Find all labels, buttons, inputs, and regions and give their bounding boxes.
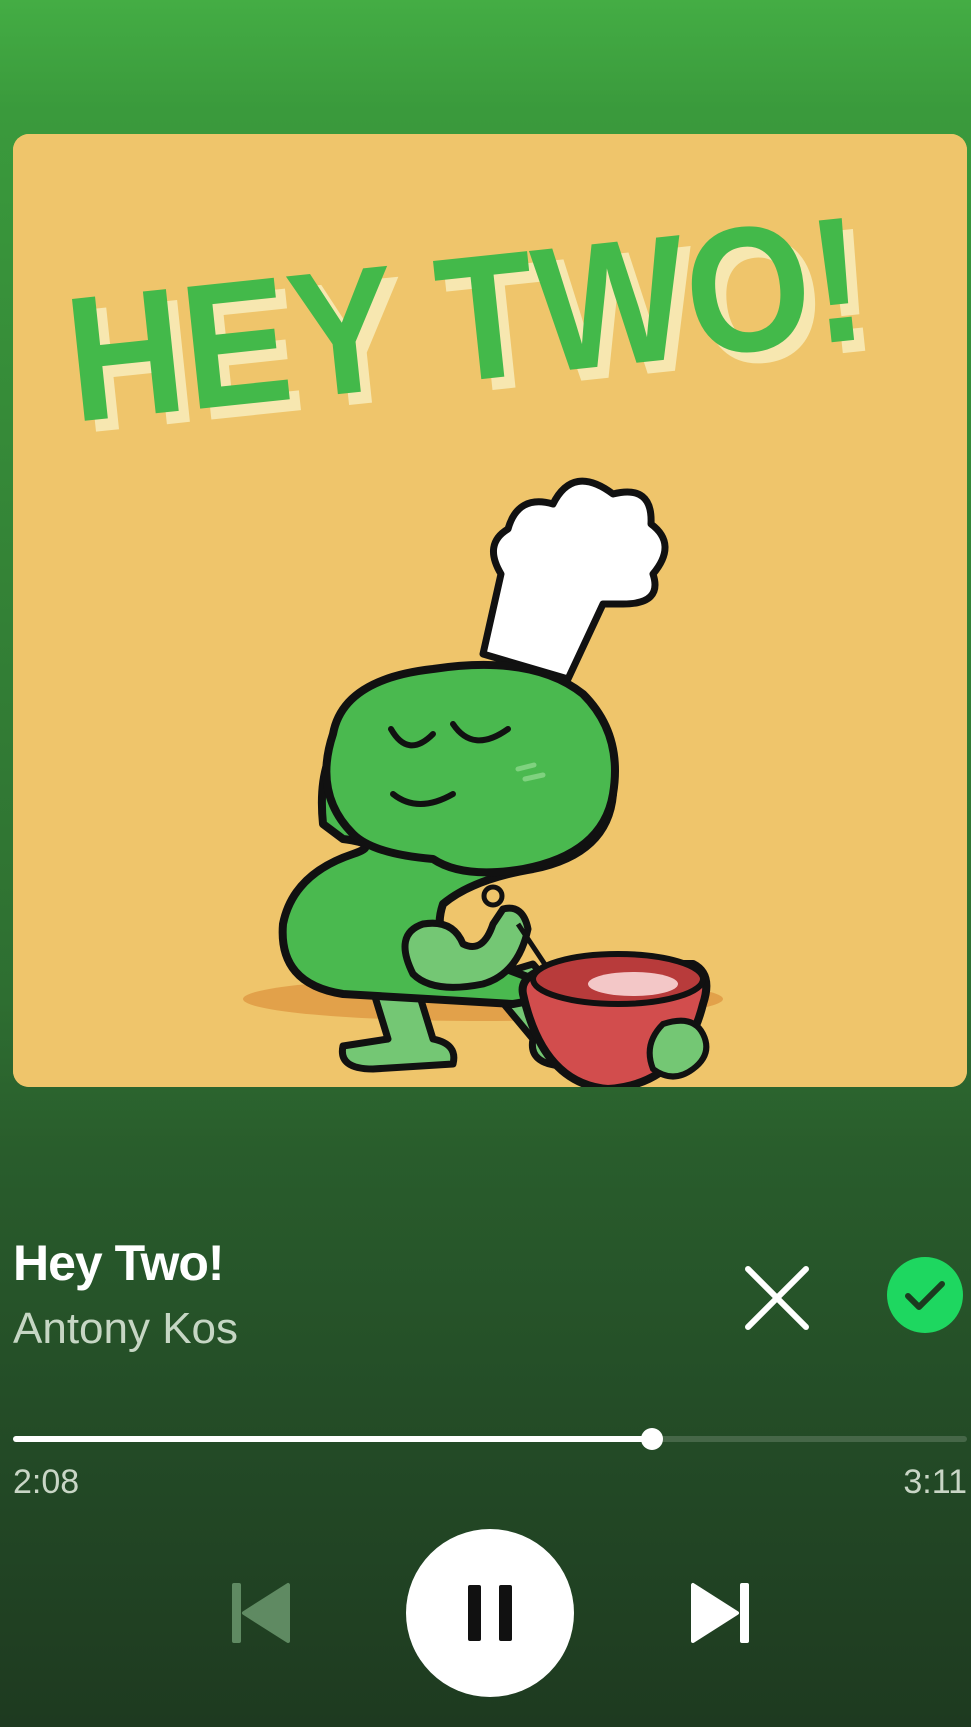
progress-fill (13, 1436, 653, 1442)
add-to-library-button[interactable] (886, 1256, 964, 1334)
previous-button[interactable] (230, 1580, 292, 1646)
album-artwork: HEY TWO! HEY TWO! (13, 134, 967, 1087)
pause-icon (468, 1585, 512, 1641)
progress-slider[interactable] (13, 1428, 967, 1450)
track-artist[interactable]: Antony Kos (13, 1304, 238, 1354)
track-title: Hey Two! (13, 1235, 225, 1291)
total-duration: 3:11 (903, 1463, 967, 1501)
next-button[interactable] (689, 1580, 751, 1646)
elapsed-time: 2:08 (13, 1463, 80, 1501)
close-icon (745, 1266, 809, 1330)
remove-button[interactable] (738, 1259, 816, 1337)
check-circle-icon (887, 1257, 963, 1333)
pause-button[interactable] (406, 1529, 574, 1697)
skip-previous-icon (232, 1583, 290, 1643)
skip-next-icon (691, 1583, 749, 1643)
progress-thumb[interactable] (641, 1428, 664, 1450)
